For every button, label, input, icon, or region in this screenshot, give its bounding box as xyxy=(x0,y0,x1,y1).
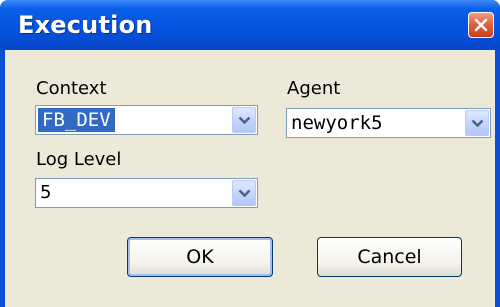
context-value: FB_DEV xyxy=(38,108,115,132)
log-level-select[interactable]: 5 xyxy=(35,178,258,208)
chevron-down-icon xyxy=(471,119,484,128)
title-bar[interactable]: Execution xyxy=(0,0,500,50)
cancel-button[interactable]: Cancel xyxy=(317,237,462,277)
window-title: Execution xyxy=(18,11,153,39)
agent-dropdown-button[interactable] xyxy=(465,110,489,136)
dialog-body: Context FB_DEV Agent newyork5 Log Level … xyxy=(5,50,495,307)
log-level-value: 5 xyxy=(40,182,52,203)
chevron-down-icon xyxy=(238,189,251,198)
chevron-down-icon xyxy=(238,116,251,125)
agent-value: newyork5 xyxy=(291,112,383,134)
context-select[interactable]: FB_DEV xyxy=(35,105,258,135)
context-dropdown-button[interactable] xyxy=(232,107,256,133)
close-button[interactable] xyxy=(468,12,494,38)
ok-button[interactable]: OK xyxy=(127,237,273,277)
execution-dialog: Execution Context FB_DEV Agent newyork5 xyxy=(0,0,500,307)
log-level-label: Log Level xyxy=(36,149,122,170)
agent-select[interactable]: newyork5 xyxy=(286,108,491,138)
context-label: Context xyxy=(36,78,107,99)
agent-label: Agent xyxy=(287,78,341,99)
close-icon xyxy=(474,18,488,32)
log-level-dropdown-button[interactable] xyxy=(232,180,256,206)
